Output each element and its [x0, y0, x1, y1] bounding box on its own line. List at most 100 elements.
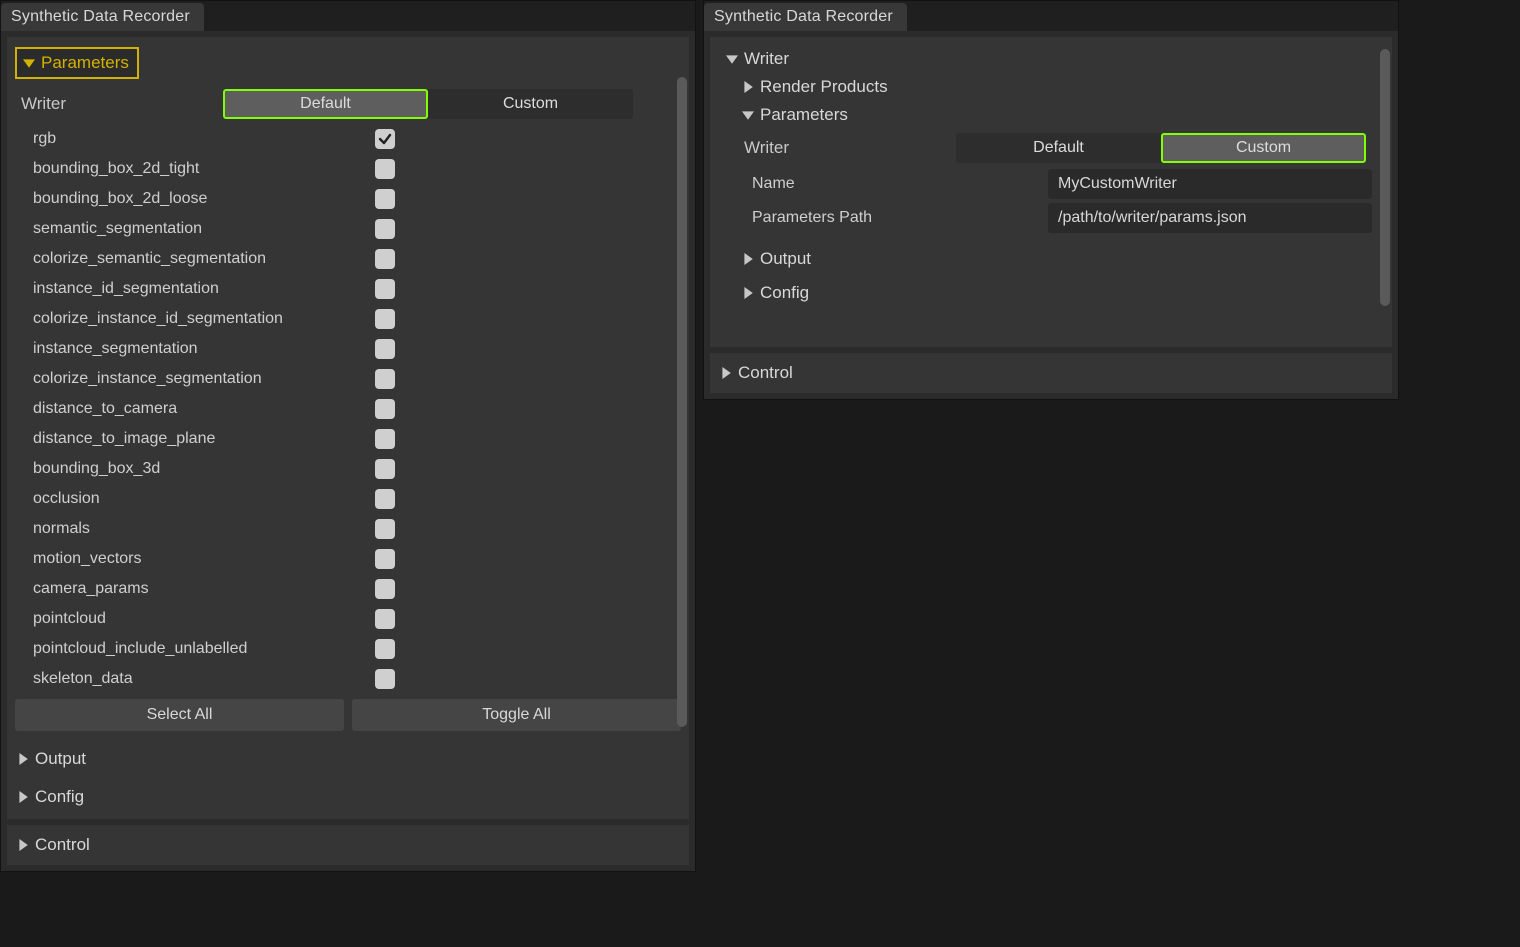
name-field-row: Name [734, 169, 1372, 199]
param-item-semantic_segmentation: semantic_segmentation [27, 215, 681, 243]
param-item-rgb: rgb [27, 125, 681, 153]
tab-synthetic-data-recorder[interactable]: Synthetic Data Recorder [1, 3, 204, 31]
checkbox-distance_to_image_plane[interactable] [375, 429, 395, 449]
param-label: bounding_box_3d [33, 460, 375, 478]
scrollbar-right[interactable] [1380, 49, 1390, 335]
toggle-all-button[interactable]: Toggle All [352, 699, 681, 731]
chevron-right-icon [17, 753, 29, 765]
control-section-right: Control [710, 353, 1392, 393]
section-config[interactable]: Config [15, 783, 681, 811]
param-item-bounding_box_2d_tight: bounding_box_2d_tight [27, 155, 681, 183]
tab-synthetic-data-recorder[interactable]: Synthetic Data Recorder [704, 3, 907, 31]
param-item-colorize_instance_segmentation: colorize_instance_segmentation [27, 365, 681, 393]
section-output-right[interactable]: Output [724, 245, 1372, 273]
param-label: rgb [33, 130, 375, 148]
checkbox-colorize_instance_segmentation[interactable] [375, 369, 395, 389]
param-item-occlusion: occlusion [27, 485, 681, 513]
param-label: distance_to_image_plane [33, 430, 375, 448]
checkbox-skeleton_data[interactable] [375, 669, 395, 689]
scrollbar-thumb[interactable] [677, 77, 687, 727]
checkbox-pointcloud[interactable] [375, 609, 395, 629]
scrollbar[interactable] [677, 77, 687, 769]
checkbox-camera_params[interactable] [375, 579, 395, 599]
param-label: camera_params [33, 580, 375, 598]
section-render-products[interactable]: Render Products [724, 73, 1372, 101]
checkbox-bounding_box_2d_tight[interactable] [375, 159, 395, 179]
name-input[interactable] [1048, 169, 1372, 199]
section-control[interactable]: Control [15, 831, 681, 859]
param-label: pointcloud_include_unlabelled [33, 640, 375, 658]
param-label: instance_segmentation [33, 340, 375, 358]
checkbox-colorize_instance_id_segmentation[interactable] [375, 309, 395, 329]
chevron-down-icon [23, 57, 35, 69]
chevron-right-icon [742, 253, 754, 265]
checkbox-normals[interactable] [375, 519, 395, 539]
chevron-right-icon [720, 367, 732, 379]
param-item-bounding_box_2d_loose: bounding_box_2d_loose [27, 185, 681, 213]
panel-body-left: Parameters Writer Default Custom rgb boun… [7, 37, 689, 819]
writer-default-button-right[interactable]: Default [956, 133, 1161, 163]
section-parameters-label: Parameters [41, 53, 129, 73]
checkbox-bounding_box_3d[interactable] [375, 459, 395, 479]
section-render-products-label: Render Products [760, 77, 888, 97]
section-writer[interactable]: Writer [724, 45, 1372, 73]
section-parameters-right-label: Parameters [760, 105, 848, 125]
checkbox-semantic_segmentation[interactable] [375, 219, 395, 239]
checkbox-colorize_semantic_segmentation[interactable] [375, 249, 395, 269]
param-item-distance_to_camera: distance_to_camera [27, 395, 681, 423]
check-icon [378, 132, 392, 146]
panel-body-right: Writer Render Products Parameters Writer… [710, 37, 1392, 347]
checkbox-occlusion[interactable] [375, 489, 395, 509]
writer-custom-button-right[interactable]: Custom [1161, 133, 1366, 163]
select-all-button[interactable]: Select All [15, 699, 344, 731]
param-label: motion_vectors [33, 550, 375, 568]
writer-row-right: Writer Default Custom [724, 133, 1372, 163]
section-config-right-label: Config [760, 283, 809, 303]
chevron-down-icon [742, 109, 754, 121]
param-label: occlusion [33, 490, 375, 508]
param-label: bounding_box_2d_loose [33, 190, 375, 208]
writer-mode-toggle-right: Default Custom [956, 133, 1366, 163]
chevron-down-icon [726, 53, 738, 65]
checkbox-instance_segmentation[interactable] [375, 339, 395, 359]
param-label: instance_id_segmentation [33, 280, 375, 298]
params-path-input[interactable] [1048, 203, 1372, 233]
section-config-right[interactable]: Config [724, 279, 1372, 307]
param-label: skeleton_data [33, 670, 375, 688]
section-output-right-label: Output [760, 249, 811, 269]
writer-label: Writer [15, 94, 215, 114]
section-parameters-right[interactable]: Parameters [724, 101, 1372, 129]
section-control-label: Control [35, 835, 90, 855]
param-label: colorize_instance_segmentation [33, 370, 375, 388]
control-section-left: Control [7, 825, 689, 865]
section-output[interactable]: Output [15, 745, 681, 773]
checkbox-bounding_box_2d_loose[interactable] [375, 189, 395, 209]
panel-right: Synthetic Data Recorder Writer Render Pr… [703, 0, 1399, 400]
section-control-right-label: Control [738, 363, 793, 383]
checkbox-instance_id_segmentation[interactable] [375, 279, 395, 299]
section-control-right[interactable]: Control [718, 359, 1384, 387]
writer-custom-button[interactable]: Custom [428, 89, 633, 119]
writer-default-button[interactable]: Default [223, 89, 428, 119]
param-item-pointcloud_include_unlabelled: pointcloud_include_unlabelled [27, 635, 681, 663]
section-writer-label: Writer [744, 49, 789, 69]
param-label: colorize_instance_id_segmentation [33, 310, 375, 328]
name-field-label: Name [752, 175, 1048, 193]
param-item-bounding_box_3d: bounding_box_3d [27, 455, 681, 483]
checkbox-distance_to_camera[interactable] [375, 399, 395, 419]
chevron-right-icon [17, 791, 29, 803]
param-label: pointcloud [33, 610, 375, 628]
writer-row: Writer Default Custom [15, 89, 681, 119]
checkbox-rgb[interactable] [375, 129, 395, 149]
writer-label-right: Writer [742, 138, 948, 158]
checkbox-pointcloud_include_unlabelled[interactable] [375, 639, 395, 659]
param-item-instance_id_segmentation: instance_id_segmentation [27, 275, 681, 303]
param-label: semantic_segmentation [33, 220, 375, 238]
writer-mode-toggle: Default Custom [223, 89, 633, 119]
param-item-pointcloud: pointcloud [27, 605, 681, 633]
parameter-list: rgb bounding_box_2d_tight bounding_box_2d_… [27, 125, 681, 693]
checkbox-motion_vectors[interactable] [375, 549, 395, 569]
scrollbar-thumb-right[interactable] [1380, 49, 1390, 306]
section-parameters[interactable]: Parameters [15, 47, 139, 79]
param-item-colorize_semantic_segmentation: colorize_semantic_segmentation [27, 245, 681, 273]
